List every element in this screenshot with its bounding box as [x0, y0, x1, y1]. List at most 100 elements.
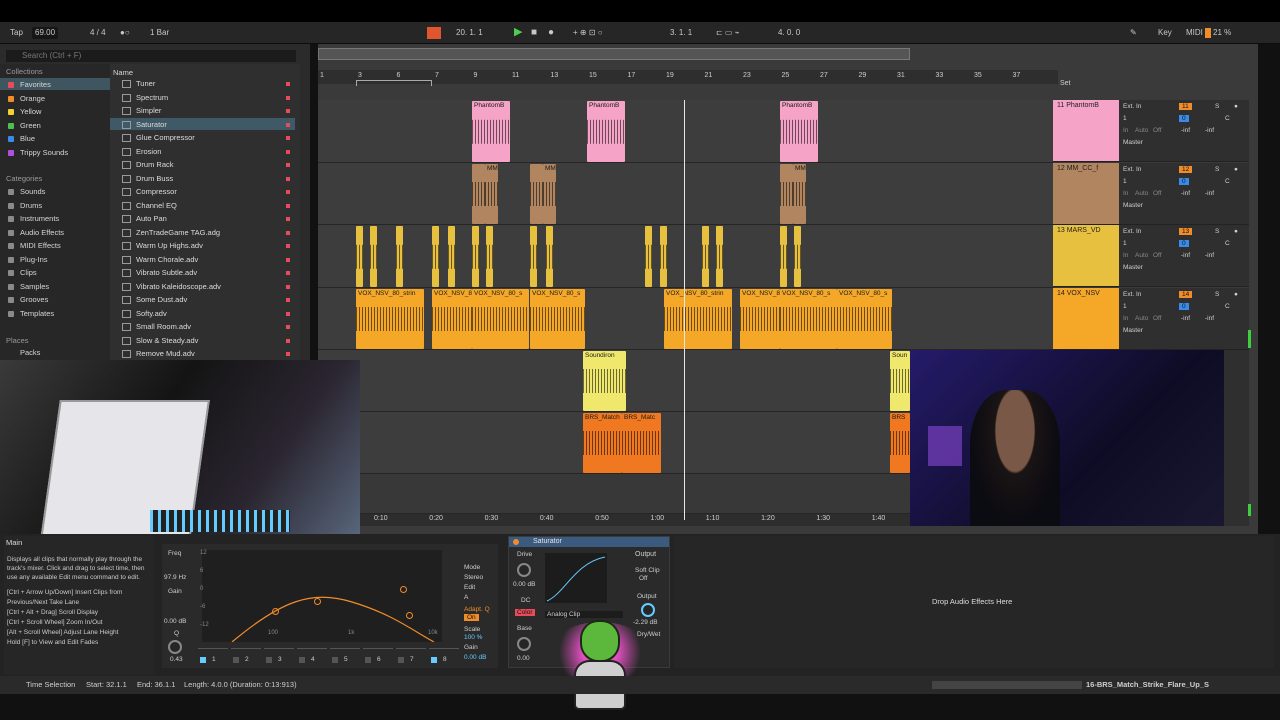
clip-mars[interactable] — [356, 226, 363, 287]
monitor-off-button[interactable]: Off — [1153, 252, 1162, 259]
clip-mars[interactable] — [660, 226, 667, 287]
monitor-auto-button[interactable]: Auto — [1135, 127, 1148, 134]
mode-select[interactable]: Stereo — [464, 574, 483, 581]
category-9[interactable]: Templates — [8, 308, 54, 320]
midi-map-button[interactable]: MIDI — [1186, 27, 1203, 39]
clip-vox[interactable]: VOX_NSV_80_s — [530, 289, 585, 349]
record-arm-icon[interactable] — [427, 27, 441, 39]
loop-length-field[interactable]: 4. 0. 0 — [778, 27, 800, 39]
volume-field[interactable]: 0 — [1179, 177, 1189, 185]
eq-band-button[interactable]: 1 — [198, 648, 228, 664]
dc-label[interactable]: DC — [521, 597, 530, 604]
input-channel-select[interactable]: 1 — [1123, 178, 1127, 185]
track-header-11[interactable]: 11 PhantomB — [1053, 100, 1119, 162]
pan-field[interactable]: C — [1225, 115, 1230, 122]
eq-band-toggle-icon[interactable] — [332, 657, 338, 663]
input-channel-select[interactable]: 1 — [1123, 303, 1127, 310]
saturator-power-icon[interactable] — [513, 539, 519, 545]
clip-phantom[interactable]: PhantomB — [587, 101, 625, 162]
browser-item[interactable]: Small Room.adv — [136, 321, 286, 333]
output-select[interactable]: Master — [1123, 327, 1143, 334]
favorite-dot-icon[interactable] — [286, 82, 290, 86]
key-map-button[interactable]: Key — [1158, 27, 1172, 39]
browser-item[interactable]: Auto Pan — [136, 213, 286, 225]
solo-button[interactable]: S — [1215, 228, 1219, 235]
drop-zone[interactable]: Drop Audio Effects Here — [674, 536, 1274, 668]
browser-item[interactable]: Vibrato Kaleidoscope.adv — [136, 281, 286, 293]
track-number-button[interactable]: 14 — [1179, 290, 1193, 298]
browser-item[interactable]: ZenTradeGame TAG.adg — [136, 227, 286, 239]
clip-phantom[interactable]: PhantomB — [472, 101, 510, 162]
favorite-dot-icon[interactable] — [286, 325, 290, 329]
output-select[interactable]: Master — [1123, 202, 1143, 209]
base-knob[interactable] — [517, 637, 531, 651]
eq-band-button[interactable]: 2 — [231, 648, 261, 664]
clip-soundiron[interactable]: Soundiron — [583, 351, 626, 411]
eq-band-4-handle[interactable] — [406, 612, 413, 619]
browser-item[interactable]: Simpler — [136, 105, 286, 117]
volume-field[interactable]: 0 — [1179, 115, 1189, 122]
solo-button[interactable]: S — [1215, 103, 1219, 110]
eq-band-2-handle[interactable] — [314, 598, 321, 605]
clip-vox[interactable]: VOX_NSV_80_strin — [356, 289, 424, 349]
favorite-dot-icon[interactable] — [286, 257, 290, 262]
send-a-field[interactable]: -inf — [1181, 190, 1190, 197]
eq-band-toggle-icon[interactable] — [365, 657, 371, 663]
browser-item[interactable]: Remove Mud.adv — [136, 348, 286, 360]
eq-band-toggle-icon[interactable] — [233, 657, 239, 663]
monitor-auto-button[interactable]: Auto — [1135, 315, 1148, 322]
collection-2[interactable]: Yellow — [8, 106, 41, 118]
clip-mm[interactable] — [472, 164, 485, 224]
eq-graph[interactable] — [202, 550, 442, 642]
loop-brace[interactable] — [356, 80, 432, 86]
output-gain-value[interactable]: 0.00 dB — [464, 654, 486, 661]
favorite-dot-icon[interactable] — [286, 163, 290, 167]
track-header-14[interactable]: 14 VOX_NSV — [1053, 287, 1119, 350]
monitor-off-button[interactable]: Off — [1153, 190, 1162, 197]
browser-item[interactable]: Softy.adv — [136, 308, 286, 320]
color-label[interactable]: Color — [515, 609, 535, 616]
favorite-dot-icon[interactable] — [286, 298, 290, 302]
favorite-dot-icon[interactable] — [286, 230, 290, 235]
clip-mars[interactable] — [472, 226, 479, 287]
soft-clip-toggle[interactable]: Off — [639, 575, 648, 582]
edit-value[interactable]: A — [464, 594, 468, 601]
draw-mode-icons[interactable]: ⊏ ▭ ⌁ — [716, 27, 740, 39]
browser-item[interactable]: Slow & Steady.adv — [136, 335, 286, 347]
browser-item[interactable]: Drum Buss — [136, 173, 286, 185]
send-a-field[interactable]: -inf — [1181, 252, 1190, 259]
track-number-button[interactable]: 12 — [1179, 165, 1193, 173]
monitor-off-button[interactable]: Off — [1153, 127, 1162, 134]
clip-mars[interactable] — [546, 226, 553, 287]
scale-value[interactable]: 100 % — [464, 634, 482, 641]
track-name[interactable]: 11 PhantomB — [1053, 100, 1119, 111]
browser-item[interactable]: Saturator — [136, 119, 286, 131]
clip-mars[interactable] — [780, 226, 787, 287]
overdub-icon[interactable]: + ⊕ ⊡ ○ — [573, 27, 603, 39]
q-knob[interactable] — [168, 640, 182, 654]
quantize-menu[interactable]: 1 Bar — [150, 27, 169, 39]
clip-mars[interactable] — [794, 226, 801, 287]
clip-vox[interactable]: VOX_NSV_80_strin — [664, 289, 732, 349]
collection-0[interactable]: Favorites — [8, 79, 51, 91]
arm-button-icon[interactable]: ● — [1234, 291, 1238, 298]
browser-item[interactable]: Channel EQ — [136, 200, 286, 212]
send-b-field[interactable]: -inf — [1205, 127, 1214, 134]
metronome-icon[interactable]: ●○ — [120, 27, 130, 39]
browser-item[interactable]: Tuner — [136, 78, 286, 90]
collection-3[interactable]: Green — [8, 120, 41, 132]
record-icon[interactable]: ● — [548, 27, 554, 39]
output-knob[interactable] — [641, 603, 655, 617]
monitor-in-button[interactable]: In — [1123, 252, 1128, 259]
arm-button-icon[interactable]: ● — [1234, 228, 1238, 235]
category-6[interactable]: Clips — [8, 267, 37, 279]
favorite-dot-icon[interactable] — [286, 109, 290, 113]
favorite-dot-icon[interactable] — [286, 271, 290, 275]
input-channel-select[interactable]: 1 — [1123, 240, 1127, 247]
send-b-field[interactable]: -inf — [1205, 315, 1214, 322]
output-select[interactable]: Master — [1123, 264, 1143, 271]
clip-vox[interactable]: VOX_NSV_80_s — [472, 289, 529, 349]
eq-band-1-handle[interactable] — [272, 608, 279, 615]
browser-item[interactable]: Glue Compressor — [136, 132, 286, 144]
volume-field[interactable]: 0 — [1179, 302, 1189, 310]
